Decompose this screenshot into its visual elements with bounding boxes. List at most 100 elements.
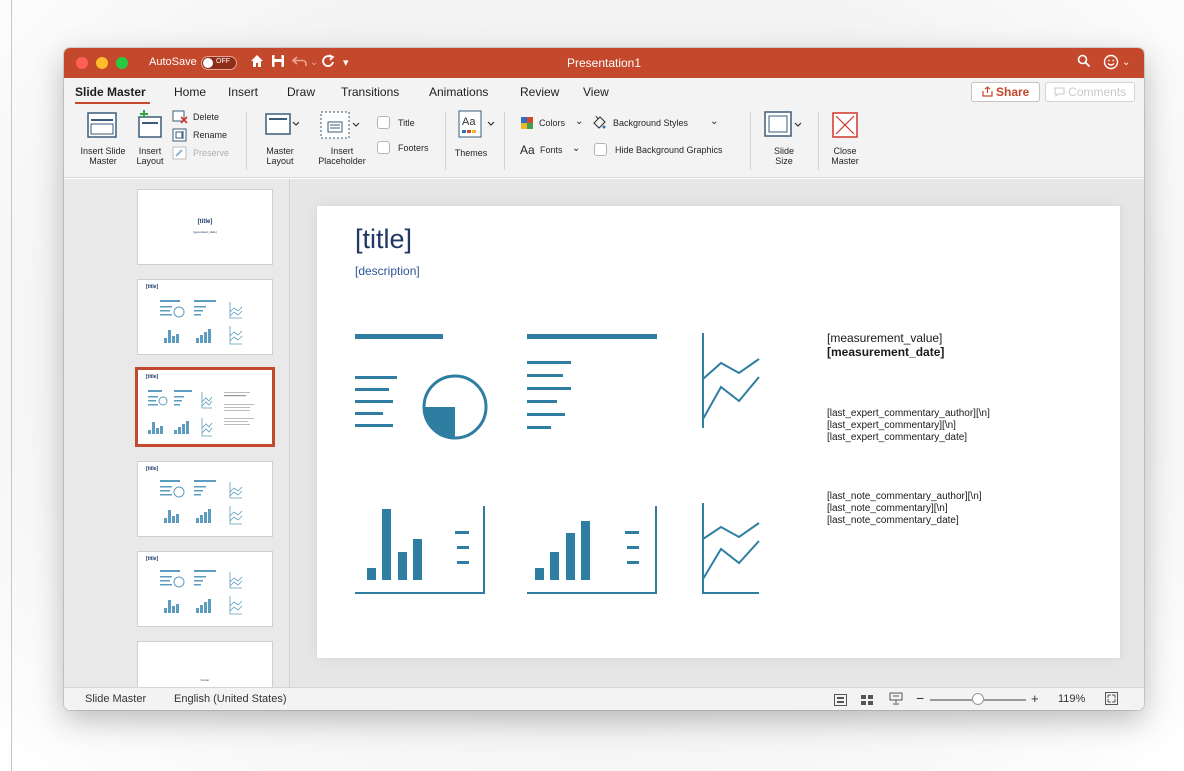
thumbnail-title: [title] [146,374,159,380]
text-lines-icon [527,334,657,429]
background-styles-dropdown-icon[interactable]: ⌄ [710,116,718,127]
slide-master-layout[interactable]: [title] [description] [measurement_value… [317,206,1120,658]
ribbon-separator [504,112,505,170]
tab-slide-master[interactable]: Slide Master [75,85,146,99]
themes-button[interactable]: Themes [451,148,491,158]
zoom-slider-thumb[interactable] [972,693,984,705]
insert-layout-line2: Layout [136,156,164,166]
note-commentary-placeholder[interactable]: [last_note_commentary_author][\n] [last_… [827,491,982,527]
main-area: [title] [generated_slide] [title] [title… [64,179,1144,687]
share-button[interactable]: Share [971,82,1040,102]
preserve-button: Preserve [193,148,230,158]
slide-size-icon[interactable] [764,111,804,144]
slide-size-line2: Size [775,156,793,166]
fit-to-window-icon[interactable] [1105,692,1118,710]
slide-size-line1: Slide [773,146,794,156]
close-master-line1: Close [833,146,857,156]
tab-transitions[interactable]: Transitions [341,85,399,99]
slide-sorter-icon[interactable] [861,693,874,710]
ribbon-separator [750,112,751,170]
line-chart-icon [702,333,760,428]
expert-commentary-text: [last_expert_commentary][\n] [827,420,956,431]
colors-dropdown-icon[interactable]: ⌄ [575,116,583,127]
slide-size-button[interactable]: Slide Size [764,146,804,166]
insert-layout-button[interactable]: Insert Layout [132,146,168,166]
thumbnail-5[interactable]: [title] [137,551,273,627]
insert-slide-master-line2: Master [89,156,117,166]
comment-icon [1054,87,1065,98]
rename-icon[interactable] [172,128,188,147]
search-icon[interactable] [1077,54,1091,73]
measurement-value-placeholder[interactable]: [measurement_value] [827,331,942,345]
themes-icon[interactable]: Aa [458,110,498,143]
background-styles-button[interactable]: Background Styles [613,118,688,128]
expert-commentary-placeholder[interactable]: [last_expert_commentary_author][\n] [las… [827,408,990,444]
background-styles-icon[interactable] [591,114,607,135]
thumbnail-subtitle: [generated_slide] [193,230,217,234]
master-layout-icon[interactable] [265,113,300,140]
thumbnail-footer-text: Footer [200,678,210,682]
thumbnail-3[interactable]: [title] [135,367,275,447]
zoom-out-icon[interactable]: − [916,690,924,706]
document-pie-chart-icon [355,334,488,440]
title-checkbox[interactable] [377,116,390,129]
master-layout-button[interactable]: Master Layout [262,146,298,166]
thumbnail-6[interactable]: Footer [137,641,273,687]
thumbnail-title: [title] [146,466,159,472]
tab-review[interactable]: Review [520,85,559,99]
insert-layout-line1: Insert [138,146,162,156]
tab-animations[interactable]: Animations [429,85,488,99]
tab-insert[interactable]: Insert [228,85,258,99]
ribbon-separator [246,112,247,170]
colors-icon[interactable] [520,116,534,135]
fonts-dropdown-icon[interactable]: ⌄ [572,143,580,154]
insert-slide-master-button[interactable]: Insert Slide Master [72,146,134,166]
slide-description-placeholder[interactable]: [description] [355,264,420,278]
insert-slide-master-icon[interactable] [87,112,117,143]
smiley-feedback-icon[interactable] [1103,54,1119,75]
insert-placeholder-button[interactable]: Insert Placeholder [314,146,370,166]
slide-title-placeholder[interactable]: [title] [355,224,412,255]
comments-button[interactable]: Comments [1045,82,1135,102]
slide-thumbnail-pane[interactable]: [title] [generated_slide] [title] [title… [64,179,290,687]
fonts-button[interactable]: Fonts [540,145,563,155]
insert-placeholder-icon[interactable] [320,111,362,144]
thumbnail-2[interactable]: [title] [137,279,273,355]
tab-home[interactable]: Home [174,85,206,99]
insert-layout-icon[interactable] [136,109,164,144]
footers-checkbox[interactable] [377,141,390,154]
colors-button[interactable]: Colors [539,118,565,128]
insert-slide-master-line1: Insert Slide [80,146,126,156]
ribbon-tab-bar: Slide Master Home Insert Draw Transition… [64,78,1144,106]
close-master-button[interactable]: Close Master [824,146,866,166]
zoom-level[interactable]: 119% [1058,693,1085,705]
insert-placeholder-line1: Insert [330,146,354,156]
thumbnail-icons-graphic [148,390,254,437]
zoom-in-icon[interactable]: + [1031,691,1039,706]
delete-icon[interactable] [172,110,188,129]
status-view-name: Slide Master [85,693,147,705]
share-label: Share [995,85,1030,99]
thumbnail-4[interactable]: [title] [137,461,273,537]
thumbnail-icons-graphic [160,480,243,525]
feedback-dropdown-icon[interactable]: ⌄ [1122,54,1130,72]
status-language[interactable]: English (United States) [174,693,287,705]
expert-commentary-author: [last_expert_commentary_author][\n] [827,408,990,419]
normal-view-icon[interactable] [834,693,847,710]
fonts-icon[interactable]: Aa [520,143,535,157]
comments-label: Comments [1068,85,1127,99]
slide-canvas-area[interactable]: [title] [description] [measurement_value… [291,179,1144,687]
thumbnail-1[interactable]: [title] [generated_slide] [137,189,273,265]
ribbon-separator [818,112,819,170]
powerpoint-window: AutoSave OFF ⌄ ▾ Presentation1 ⌄ Slide M… [64,48,1144,710]
presenter-view-icon[interactable] [889,692,903,710]
tab-view[interactable]: View [583,85,609,99]
hide-background-checkbox[interactable] [594,143,607,156]
delete-button[interactable]: Delete [193,112,219,122]
preserve-icon [172,146,188,165]
tab-draw[interactable]: Draw [287,85,315,99]
share-icon [982,86,993,97]
close-master-icon[interactable] [832,112,858,143]
measurement-date-placeholder[interactable]: [measurement_date] [827,345,944,359]
rename-button[interactable]: Rename [193,130,227,140]
